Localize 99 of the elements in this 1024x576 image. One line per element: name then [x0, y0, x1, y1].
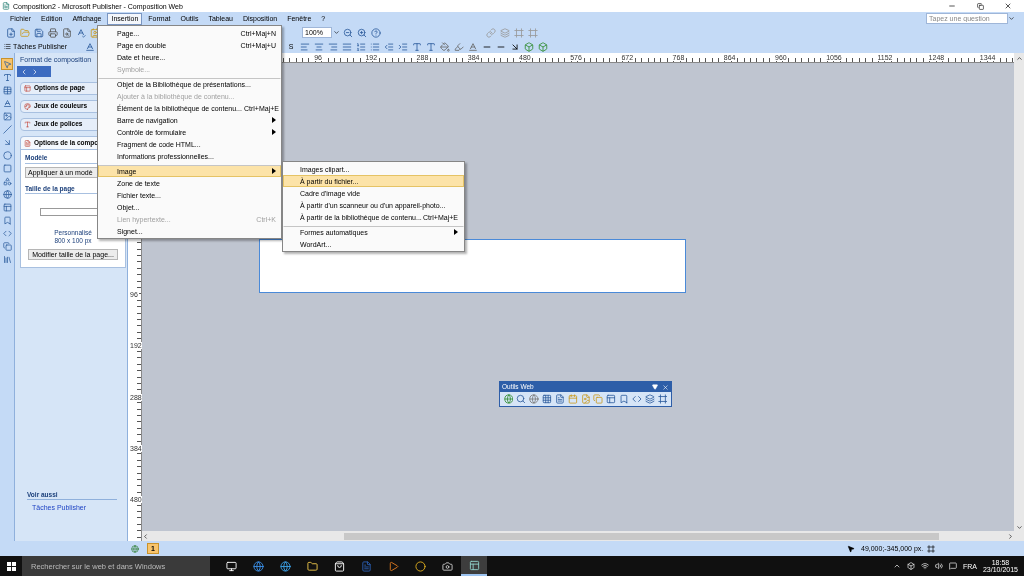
- search-icon[interactable]: [516, 394, 527, 404]
- globe-icon[interactable]: [503, 394, 514, 404]
- object-tool-button[interactable]: [1, 253, 13, 265]
- notification-icon[interactable]: [948, 562, 957, 570]
- bookmark-icon[interactable]: [619, 394, 629, 404]
- copy-icon[interactable]: [593, 394, 604, 404]
- preview-icon[interactable]: [61, 27, 72, 38]
- media-icon[interactable]: [387, 560, 399, 572]
- tray-app-icon[interactable]: [906, 562, 915, 570]
- dropdown-icon[interactable]: [333, 29, 340, 36]
- dropdown-icon[interactable]: [1008, 15, 1015, 22]
- object-tool-button[interactable]: [1, 71, 13, 83]
- font-color-icon[interactable]: [467, 41, 478, 52]
- scroll-left-icon[interactable]: [142, 532, 149, 540]
- object-tool-button[interactable]: [1, 175, 13, 187]
- object-tool-button[interactable]: [1, 110, 13, 122]
- help-icon[interactable]: [370, 27, 381, 38]
- store-icon[interactable]: [333, 560, 345, 572]
- align-center-icon[interactable]: [313, 41, 324, 52]
- html-icon: [2, 228, 12, 238]
- form-icon: [2, 202, 12, 212]
- zoom-in-icon[interactable]: [356, 27, 367, 38]
- app-icon: [2, 2, 10, 10]
- indent-increase-icon[interactable]: [397, 41, 408, 52]
- picture-icon: [2, 111, 12, 121]
- submenu-arrow-icon: [272, 168, 276, 174]
- object-tool-button[interactable]: [1, 214, 13, 226]
- list-icon[interactable]: [4, 43, 11, 50]
- network-icon[interactable]: [920, 562, 929, 570]
- shapes-icon: [2, 176, 12, 186]
- globe-icon: [131, 544, 139, 553]
- globe-icon: [2, 189, 12, 199]
- grid-icon[interactable]: [542, 394, 552, 404]
- spelling-icon[interactable]: [75, 27, 86, 38]
- scroll-down-icon[interactable]: [1015, 524, 1023, 531]
- layers-icon[interactable]: [644, 394, 655, 404]
- 3d-icon[interactable]: [537, 41, 548, 52]
- save-icon[interactable]: [33, 27, 44, 38]
- scroll-right-icon[interactable]: [1007, 532, 1014, 540]
- fill-color-icon[interactable]: [439, 41, 450, 52]
- numbered-list-icon[interactable]: [355, 41, 366, 52]
- text-icon: [2, 72, 12, 82]
- card-icon[interactable]: [89, 27, 100, 38]
- indent-decrease-icon[interactable]: [383, 41, 394, 52]
- volume-icon[interactable]: [934, 562, 943, 570]
- object-tool-button[interactable]: [1, 123, 13, 135]
- align-left-icon[interactable]: [299, 41, 310, 52]
- code-icon[interactable]: [631, 394, 642, 404]
- pointer-icon: [2, 59, 12, 69]
- library-icon: [2, 254, 12, 264]
- new-icon[interactable]: [5, 27, 16, 38]
- camera-icon[interactable]: [441, 560, 453, 572]
- close-icon[interactable]: [1004, 2, 1012, 10]
- align-right-icon[interactable]: [327, 41, 338, 52]
- object-tool-button[interactable]: [1, 97, 13, 109]
- windows-logo-icon[interactable]: [6, 561, 16, 571]
- mouse-cursor-icon: [847, 544, 855, 553]
- line-icon: [2, 124, 12, 134]
- page-icon[interactable]: [554, 394, 565, 404]
- arrow-icon: [2, 137, 12, 147]
- scrollbar-thumb[interactable]: [344, 532, 939, 540]
- object-tool-button[interactable]: [1, 84, 13, 96]
- forward-icon[interactable]: [31, 67, 39, 76]
- print-icon[interactable]: [47, 27, 58, 38]
- justify-icon[interactable]: [341, 41, 352, 52]
- table-icon: [2, 85, 12, 95]
- object-tool-button[interactable]: [1, 149, 13, 161]
- font-size-icon[interactable]: [425, 41, 436, 52]
- object-tool-button[interactable]: [1, 58, 13, 70]
- zoom-out-icon[interactable]: [342, 27, 353, 38]
- rectangle-icon: [2, 163, 12, 173]
- style-icon[interactable]: [84, 41, 95, 52]
- section-icon: [24, 85, 31, 92]
- restore-icon[interactable]: [976, 2, 984, 10]
- form-icon[interactable]: [606, 394, 617, 404]
- oval-icon: [2, 150, 12, 160]
- image-icon[interactable]: [580, 394, 591, 404]
- object-tool-button[interactable]: [1, 188, 13, 200]
- section-icon: [24, 103, 31, 110]
- wordart-icon: [2, 98, 12, 108]
- scroll-up-icon[interactable]: [1015, 54, 1023, 62]
- font-size-icon[interactable]: [411, 41, 422, 52]
- task-view-icon[interactable]: [225, 560, 237, 572]
- minimize-icon[interactable]: [948, 2, 956, 10]
- line-color-icon[interactable]: [453, 41, 464, 52]
- back-icon[interactable]: [20, 67, 28, 76]
- section-icon: [24, 139, 31, 147]
- arrow-style-icon[interactable]: [509, 41, 520, 52]
- calendar-icon[interactable]: [567, 394, 578, 404]
- submenu-arrow-icon: [454, 229, 458, 235]
- section-icon: [24, 121, 31, 128]
- folder-icon[interactable]: [306, 560, 318, 572]
- bullet-list-icon[interactable]: [369, 41, 380, 52]
- object-tool-button[interactable]: [1, 201, 13, 213]
- bookmark-icon: [2, 215, 12, 225]
- browser-icon[interactable]: [279, 560, 291, 572]
- globe-icon[interactable]: [529, 394, 540, 404]
- dropdown-icon[interactable]: [652, 384, 658, 390]
- object-tool-button[interactable]: [1, 162, 13, 174]
